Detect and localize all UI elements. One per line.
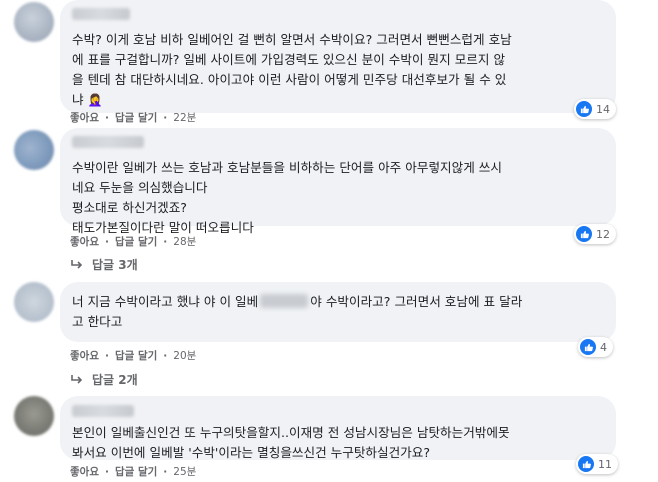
replies-count-label: 답글 3개 bbox=[92, 258, 138, 272]
view-replies-link[interactable]: 답글 3개 bbox=[70, 256, 138, 273]
comment-bubble: 수박이란 일베가 쓰는 호남과 호남분들을 비하하는 단어를 아주 아무렇지않게… bbox=[60, 128, 616, 235]
reaction-summary[interactable]: 11 bbox=[576, 454, 618, 474]
replies-count-label: 답글 2개 bbox=[92, 373, 138, 387]
thumbs-up-icon bbox=[580, 339, 596, 355]
thumbs-up-icon bbox=[576, 226, 592, 242]
reply-arrow-icon bbox=[71, 259, 83, 269]
reaction-count: 11 bbox=[598, 457, 612, 471]
timestamp[interactable]: 28분 bbox=[173, 234, 196, 249]
reply-button[interactable]: 답글 달기 bbox=[115, 234, 157, 249]
like-button[interactable]: 좋아요 bbox=[70, 348, 99, 363]
reaction-count: 4 bbox=[600, 340, 607, 354]
reaction-count: 12 bbox=[596, 227, 610, 241]
timestamp[interactable]: 25분 bbox=[173, 464, 196, 479]
reply-button[interactable]: 답글 달기 bbox=[115, 110, 157, 125]
separator-dot: · bbox=[104, 235, 109, 248]
reaction-summary[interactable]: 14 bbox=[574, 99, 616, 119]
avatar[interactable] bbox=[14, 2, 54, 42]
comment-actions: 좋아요 · 답글 달기 · 22분 bbox=[70, 110, 196, 125]
comment-text: 수박이란 일베가 쓰는 호남과 호남분들을 비하하는 단어를 아주 아무렇지않게… bbox=[72, 160, 502, 235]
facepalm-emoji: 🤦‍♀️ bbox=[87, 93, 103, 107]
like-button[interactable]: 좋아요 bbox=[70, 234, 99, 249]
comment-actions: 좋아요 · 답글 달기 · 25분 bbox=[70, 464, 196, 479]
separator-dot: · bbox=[163, 465, 168, 478]
avatar[interactable] bbox=[14, 130, 54, 170]
comment-text: 수박? 이게 호남 비하 일베어인 걸 뻔히 알면서 수박이요? 그러면서 뻔뻔… bbox=[72, 30, 604, 110]
reaction-count: 14 bbox=[596, 102, 610, 116]
like-button[interactable]: 좋아요 bbox=[70, 464, 99, 479]
comment-text: 너 지금 수박이라고 했냐 야 이 일베 야 수박이라고? 그러면서 호남에 표 … bbox=[72, 294, 523, 329]
separator-dot: · bbox=[163, 349, 168, 362]
view-replies-link[interactable]: 답글 2개 bbox=[70, 371, 138, 388]
reply-button[interactable]: 답글 달기 bbox=[115, 348, 157, 363]
author-name-redacted[interactable] bbox=[72, 8, 130, 20]
redacted-word bbox=[260, 294, 309, 308]
separator-dot: · bbox=[163, 235, 168, 248]
avatar[interactable] bbox=[14, 396, 54, 436]
reply-button[interactable]: 답글 달기 bbox=[115, 464, 157, 479]
reply-arrow-icon bbox=[71, 374, 83, 384]
avatar[interactable] bbox=[14, 282, 54, 322]
comment-bubble: 수박? 이게 호남 비하 일베어인 걸 뻔히 알면서 수박이요? 그러면서 뻔뻔… bbox=[60, 0, 616, 113]
timestamp[interactable]: 22분 bbox=[173, 110, 196, 125]
comment-bubble: 너 지금 수박이라고 했냐 야 이 일베 야 수박이라고? 그러면서 호남에 표 … bbox=[60, 282, 616, 342]
reaction-summary[interactable]: 12 bbox=[574, 224, 616, 244]
author-name-redacted[interactable] bbox=[72, 136, 144, 148]
separator-dot: · bbox=[104, 349, 109, 362]
separator-dot: · bbox=[104, 465, 109, 478]
thumbs-up-icon bbox=[578, 456, 594, 472]
comment-text: 본인이 일베출신인건 또 누구의탓을할지..이재명 전 성남시장님은 남탓하는거… bbox=[72, 425, 510, 460]
thumbs-up-icon bbox=[576, 101, 592, 117]
reaction-summary[interactable]: 4 bbox=[578, 337, 613, 357]
like-button[interactable]: 좋아요 bbox=[70, 110, 99, 125]
separator-dot: · bbox=[104, 111, 109, 124]
comment-bubble: 본인이 일베출신인건 또 누구의탓을할지..이재명 전 성남시장님은 남탓하는거… bbox=[60, 396, 616, 460]
separator-dot: · bbox=[163, 111, 168, 124]
timestamp[interactable]: 20분 bbox=[173, 348, 196, 363]
author-name-redacted[interactable] bbox=[72, 405, 134, 417]
comment-actions: 좋아요 · 답글 달기 · 20분 bbox=[70, 348, 196, 363]
comment-actions: 좋아요 · 답글 달기 · 28분 bbox=[70, 234, 196, 249]
